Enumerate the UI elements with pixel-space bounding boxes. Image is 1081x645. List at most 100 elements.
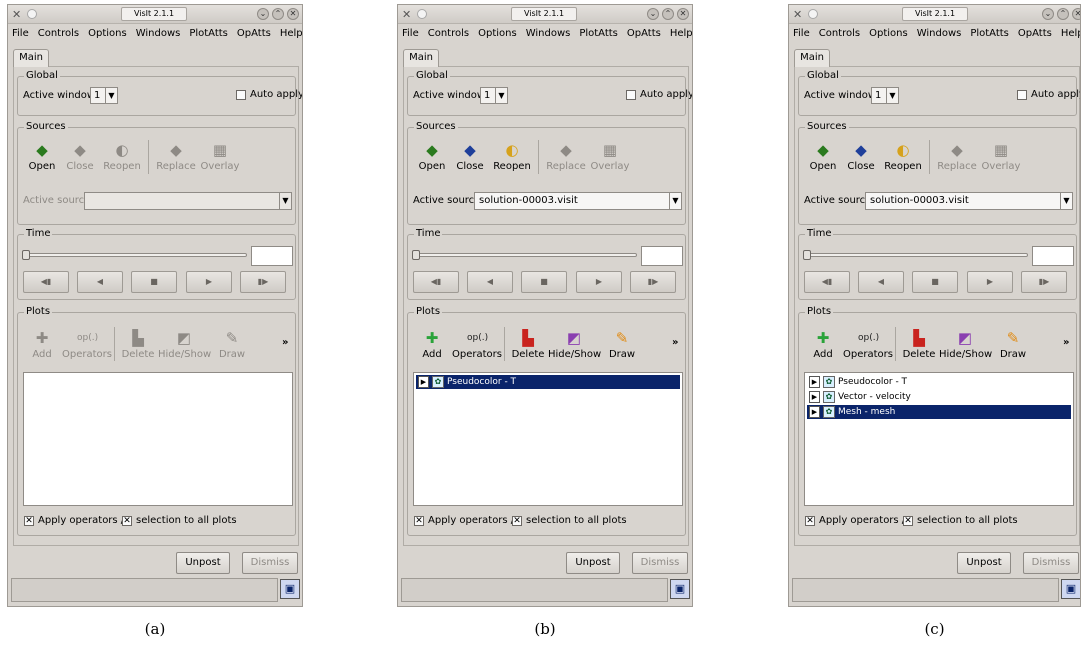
vcr-stop-button[interactable]: ■ (912, 271, 958, 293)
auto-apply-checkbox[interactable] (236, 90, 246, 100)
unpost-button[interactable]: Unpost (176, 552, 230, 574)
apply-operators-checkbox[interactable]: ✕ (414, 516, 424, 526)
add-plot-button[interactable]: ✚ Add (22, 329, 62, 360)
delete-button[interactable]: ▙ Delete (508, 329, 548, 360)
overlay-button[interactable]: ▦ Overlay (981, 141, 1021, 172)
menu-windows[interactable]: Windows (526, 28, 571, 39)
vcr-step-back-button[interactable]: ◀▮ (804, 271, 850, 293)
plot-list-item[interactable]: ▶ ✿ Pseudocolor - T (807, 375, 1071, 389)
replace-button[interactable]: ◆ Replace (546, 141, 586, 172)
vcr-play-button[interactable]: ▶ (576, 271, 622, 293)
close-button[interactable]: ◆ Close (450, 141, 490, 172)
active-source-combo[interactable]: solution-00003.visit ▼ (474, 192, 682, 210)
add-plot-button[interactable]: ✚ Add (803, 329, 843, 360)
menu-controls[interactable]: Controls (38, 28, 79, 39)
draw-button[interactable]: ✎ Draw (993, 329, 1033, 360)
dismiss-button[interactable]: Dismiss (1023, 552, 1079, 574)
window-pin-icon[interactable] (417, 9, 427, 19)
hide-show-button[interactable]: ◩ Hide/Show (939, 329, 992, 360)
plot-list[interactable]: ▶ ✿ Pseudocolor - T ▶ ✿ Vector - velocit… (804, 372, 1074, 506)
menu-options[interactable]: Options (88, 28, 127, 39)
dismiss-button[interactable]: Dismiss (242, 552, 298, 574)
output-window-icon[interactable]: ▣ (1061, 579, 1080, 599)
maximize-icon[interactable]: ⌃ (1057, 8, 1069, 20)
dismiss-button[interactable]: Dismiss (632, 552, 688, 574)
vcr-play-back-button[interactable]: ◀ (77, 271, 123, 293)
replace-button[interactable]: ◆ Replace (156, 141, 196, 172)
close-icon[interactable]: ✕ (287, 8, 299, 20)
time-slider-handle[interactable] (412, 250, 420, 260)
plot-list-item[interactable]: ▶ ✿ Vector - velocity (807, 390, 1071, 404)
active-window-spinner[interactable]: 1 ▼ (871, 87, 899, 104)
vcr-step-forward-button[interactable]: ▮▶ (240, 271, 286, 293)
window-pin-icon[interactable] (808, 9, 818, 19)
reopen-button[interactable]: ◐ Reopen (883, 141, 923, 172)
apply-operators-checkbox[interactable]: ✕ (805, 516, 815, 526)
close-button[interactable]: ◆ Close (60, 141, 100, 172)
time-state-field[interactable] (641, 246, 683, 266)
menu-windows[interactable]: Windows (917, 28, 962, 39)
output-window-icon[interactable]: ▣ (280, 579, 300, 599)
active-window-spinner[interactable]: 1 ▼ (90, 87, 118, 104)
hide-show-button[interactable]: ◩ Hide/Show (158, 329, 211, 360)
time-slider-handle[interactable] (803, 250, 811, 260)
more-tools-icon[interactable]: » (672, 337, 678, 348)
window-menu-icon[interactable]: ✕ (12, 8, 21, 21)
minimize-icon[interactable]: ⌄ (1042, 8, 1054, 20)
reopen-button[interactable]: ◐ Reopen (102, 141, 142, 172)
active-window-spinner[interactable]: 1 ▼ (480, 87, 508, 104)
window-menu-icon[interactable]: ✕ (402, 8, 411, 21)
vcr-step-forward-button[interactable]: ▮▶ (1021, 271, 1067, 293)
time-state-field[interactable] (1032, 246, 1074, 266)
auto-apply-checkbox[interactable] (626, 90, 636, 100)
menu-options[interactable]: Options (478, 28, 517, 39)
hide-show-button[interactable]: ◩ Hide/Show (548, 329, 601, 360)
apply-selection-checkbox[interactable]: ✕ (903, 516, 913, 526)
overlay-button[interactable]: ▦ Overlay (590, 141, 630, 172)
apply-selection-checkbox[interactable]: ✕ (122, 516, 132, 526)
delete-button[interactable]: ▙ Delete (118, 329, 158, 360)
maximize-icon[interactable]: ⌃ (272, 8, 284, 20)
close-icon[interactable]: ✕ (677, 8, 689, 20)
more-tools-icon[interactable]: » (282, 337, 288, 348)
delete-button[interactable]: ▙ Delete (899, 329, 939, 360)
menu-help[interactable]: Help (1061, 28, 1080, 39)
time-slider-track[interactable] (23, 253, 247, 257)
menu-controls[interactable]: Controls (819, 28, 860, 39)
operators-button[interactable]: op(.) Operators (452, 329, 502, 360)
time-state-field[interactable] (251, 246, 293, 266)
vcr-step-back-button[interactable]: ◀▮ (23, 271, 69, 293)
time-slider-handle[interactable] (22, 250, 30, 260)
plot-list-item[interactable]: ▶ ✿ Pseudocolor - T (416, 375, 680, 389)
unpost-button[interactable]: Unpost (957, 552, 1011, 574)
add-plot-button[interactable]: ✚ Add (412, 329, 452, 360)
menu-opatts[interactable]: OpAtts (627, 28, 661, 39)
plot-list[interactable] (23, 372, 293, 506)
tab-main[interactable]: Main (13, 49, 49, 67)
draw-button[interactable]: ✎ Draw (602, 329, 642, 360)
menu-options[interactable]: Options (869, 28, 908, 39)
auto-apply-checkbox[interactable] (1017, 90, 1027, 100)
menu-plotatts[interactable]: PlotAtts (189, 28, 228, 39)
time-slider-track[interactable] (413, 253, 637, 257)
tab-main[interactable]: Main (794, 49, 830, 67)
expand-arrow-icon[interactable]: ▶ (809, 406, 820, 418)
menu-plotatts[interactable]: PlotAtts (579, 28, 618, 39)
close-icon[interactable]: ✕ (1072, 8, 1080, 20)
active-source-combo[interactable]: solution-00003.visit ▼ (865, 192, 1073, 210)
apply-operators-checkbox[interactable]: ✕ (24, 516, 34, 526)
plot-list[interactable]: ▶ ✿ Pseudocolor - T (413, 372, 683, 506)
menu-help[interactable]: Help (670, 28, 692, 39)
overlay-button[interactable]: ▦ Overlay (200, 141, 240, 172)
menu-windows[interactable]: Windows (136, 28, 181, 39)
expand-arrow-icon[interactable]: ▶ (809, 376, 820, 388)
open-button[interactable]: ◆ Open (22, 141, 62, 172)
operators-button[interactable]: op(.) Operators (843, 329, 893, 360)
unpost-button[interactable]: Unpost (566, 552, 620, 574)
apply-selection-checkbox[interactable]: ✕ (512, 516, 522, 526)
vcr-play-button[interactable]: ▶ (967, 271, 1013, 293)
window-menu-icon[interactable]: ✕ (793, 8, 802, 21)
expand-arrow-icon[interactable]: ▶ (809, 391, 820, 403)
close-button[interactable]: ◆ Close (841, 141, 881, 172)
menu-file[interactable]: File (793, 28, 810, 39)
